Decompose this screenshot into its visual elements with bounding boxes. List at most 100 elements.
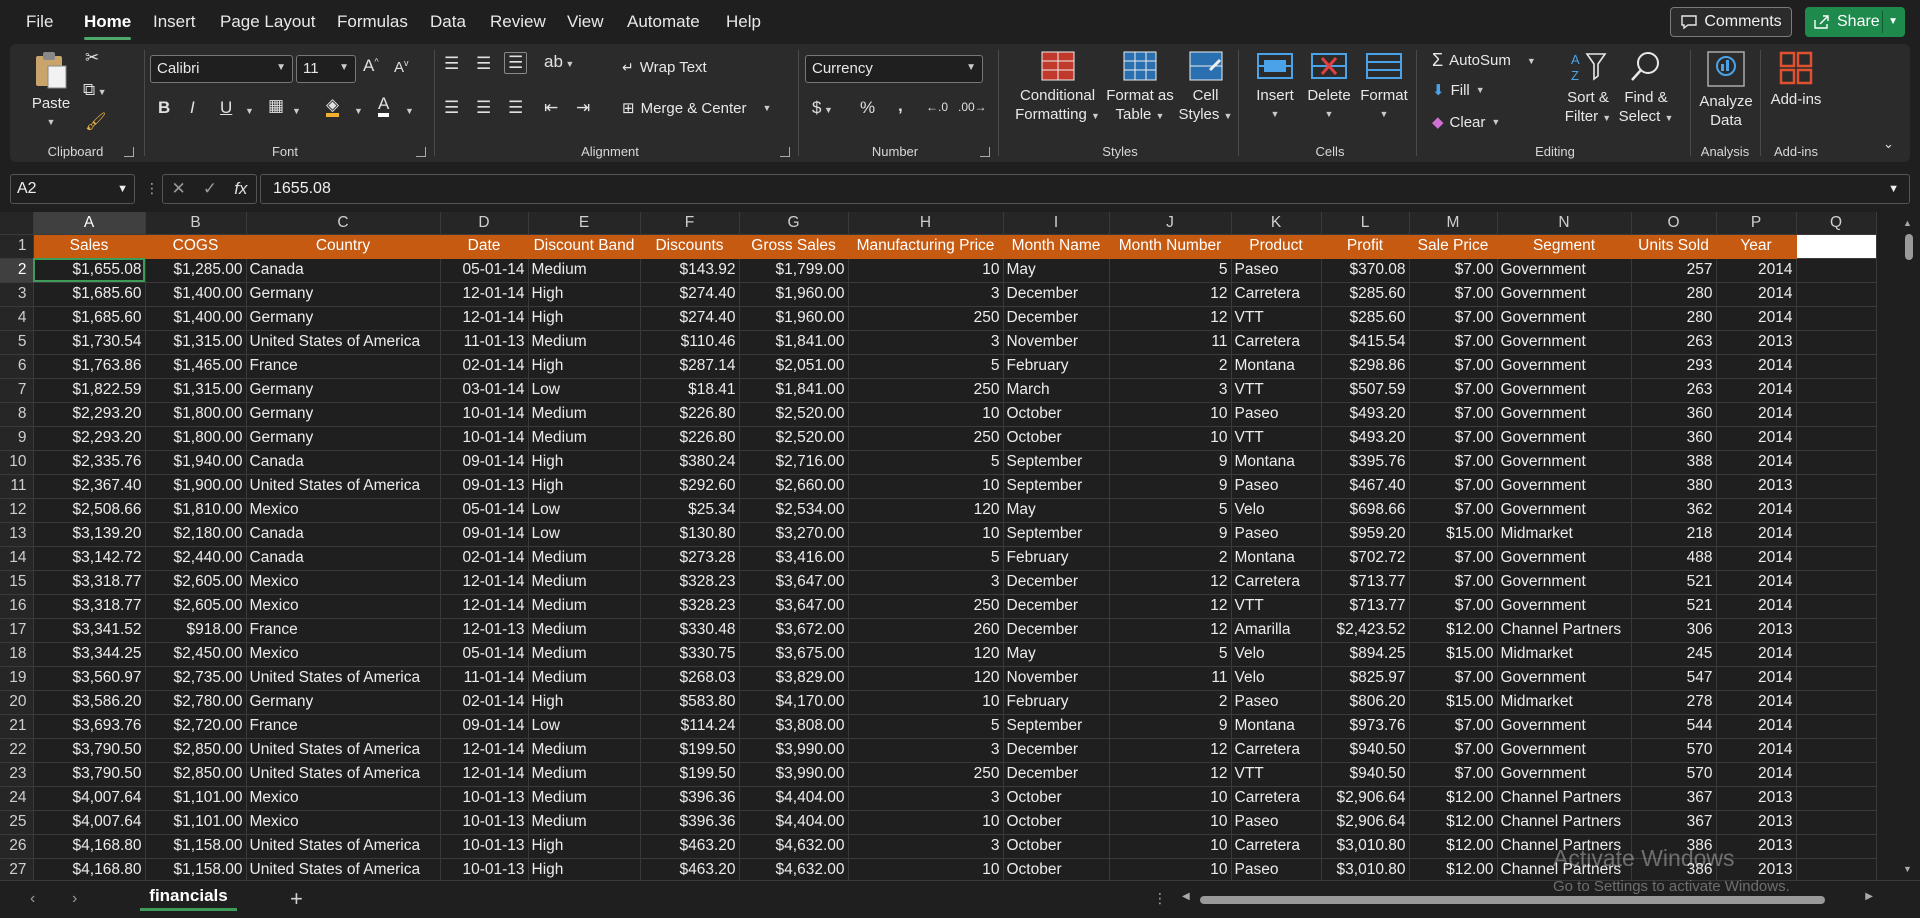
table-cell[interactable]: $1,400.00: [145, 306, 247, 331]
table-cell[interactable]: United States of America: [246, 834, 441, 859]
table-cell[interactable]: $3,270.00: [739, 522, 849, 547]
table-cell[interactable]: Canada: [246, 546, 441, 571]
table-cell[interactable]: $973.76: [1321, 714, 1410, 739]
table-cell[interactable]: $396.36: [640, 810, 740, 835]
table-cell[interactable]: $1,960.00: [739, 282, 849, 307]
table-cell[interactable]: 306: [1631, 618, 1717, 643]
table-cell[interactable]: May: [1003, 498, 1110, 523]
table-cell[interactable]: 5: [1109, 258, 1232, 283]
table-cell[interactable]: 280: [1631, 306, 1717, 331]
table-cell[interactable]: $292.60: [640, 474, 740, 499]
table-cell[interactable]: $268.03: [640, 666, 740, 691]
table-cell[interactable]: 12-01-14: [440, 594, 529, 619]
table-cell[interactable]: Montana: [1231, 450, 1322, 475]
table-cell[interactable]: $3,416.00: [739, 546, 849, 571]
table-cell[interactable]: $7.00: [1409, 738, 1498, 763]
table-cell[interactable]: 10: [1109, 402, 1232, 427]
format-painter-icon[interactable]: 🖌: [85, 112, 107, 132]
worksheet-grid[interactable]: ABCDEFGHIJKLMNOPQ 1 Sales COGS Country Date D…: [0, 212, 1920, 880]
table-cell[interactable]: $1,158.00: [145, 834, 247, 859]
column-title-cell[interactable]: Profit: [1321, 234, 1410, 259]
column-title-cell[interactable]: Product: [1231, 234, 1322, 259]
row-header[interactable]: 7: [0, 378, 34, 403]
table-cell[interactable]: October: [1003, 786, 1110, 811]
table-cell[interactable]: 2014: [1716, 354, 1797, 379]
table-cell[interactable]: Government: [1497, 306, 1632, 331]
name-box[interactable]: A2 ▼: [10, 174, 135, 204]
table-cell[interactable]: $1,810.00: [145, 498, 247, 523]
sheet-tab-financials[interactable]: financials: [140, 881, 237, 911]
table-cell[interactable]: United States of America: [246, 762, 441, 787]
table-cell[interactable]: $2,906.64: [1321, 786, 1410, 811]
table-cell[interactable]: $15.00: [1409, 642, 1498, 667]
underline-icon[interactable]: U: [220, 98, 232, 118]
table-cell[interactable]: $2,423.52: [1321, 618, 1410, 643]
table-cell[interactable]: $2,520.00: [739, 426, 849, 451]
table-cell[interactable]: $4,404.00: [739, 810, 849, 835]
empty-cell[interactable]: [1796, 474, 1877, 499]
table-cell[interactable]: $199.50: [640, 762, 740, 787]
table-cell[interactable]: 2: [1109, 690, 1232, 715]
font-color-dropdown-icon[interactable]: ▼: [405, 106, 414, 116]
table-cell[interactable]: $1,900.00: [145, 474, 247, 499]
table-cell[interactable]: $15.00: [1409, 522, 1498, 547]
active-cell[interactable]: $1,655.08: [33, 258, 146, 283]
table-cell[interactable]: Government: [1497, 594, 1632, 619]
table-cell[interactable]: October: [1003, 426, 1110, 451]
column-header[interactable]: O: [1631, 212, 1717, 235]
table-cell[interactable]: 9: [1109, 450, 1232, 475]
column-header[interactable]: C: [246, 212, 441, 235]
empty-cell[interactable]: [1796, 666, 1877, 691]
table-cell[interactable]: Carretera: [1231, 834, 1322, 859]
table-cell[interactable]: Germany: [246, 306, 441, 331]
table-cell[interactable]: Midmarket: [1497, 522, 1632, 547]
table-cell[interactable]: 2013: [1716, 786, 1797, 811]
table-cell[interactable]: Medium: [528, 402, 641, 427]
vertical-scrollbar[interactable]: ▲ ▼: [1898, 212, 1920, 880]
table-cell[interactable]: 293: [1631, 354, 1717, 379]
table-cell[interactable]: $12.00: [1409, 618, 1498, 643]
table-cell[interactable]: $3,675.00: [739, 642, 849, 667]
number-format-select[interactable]: Currency ▼: [805, 55, 983, 83]
table-cell[interactable]: $493.20: [1321, 402, 1410, 427]
table-cell[interactable]: High: [528, 858, 641, 880]
table-cell[interactable]: 5: [848, 450, 1004, 475]
format-as-table-button[interactable]: Format as Table ▼: [1100, 50, 1180, 126]
table-cell[interactable]: $7.00: [1409, 570, 1498, 595]
table-cell[interactable]: Montana: [1231, 546, 1322, 571]
table-cell[interactable]: $3,672.00: [739, 618, 849, 643]
table-cell[interactable]: 9: [1109, 474, 1232, 499]
table-cell[interactable]: October: [1003, 858, 1110, 880]
table-cell[interactable]: 544: [1631, 714, 1717, 739]
table-cell[interactable]: 380: [1631, 474, 1717, 499]
table-cell[interactable]: $2,850.00: [145, 738, 247, 763]
table-cell[interactable]: United States of America: [246, 858, 441, 880]
accounting-format-icon[interactable]: $ ▼: [812, 98, 833, 118]
table-cell[interactable]: 12: [1109, 306, 1232, 331]
copy-icon[interactable]: ⧉ ▼: [83, 80, 107, 100]
table-cell[interactable]: 2014: [1716, 498, 1797, 523]
table-cell[interactable]: $1,800.00: [145, 402, 247, 427]
table-cell[interactable]: 05-01-14: [440, 642, 529, 667]
menu-data[interactable]: Data: [430, 12, 466, 32]
table-cell[interactable]: December: [1003, 762, 1110, 787]
empty-cell[interactable]: [1796, 714, 1877, 739]
table-cell[interactable]: $3,139.20: [33, 522, 146, 547]
table-cell[interactable]: 10-01-13: [440, 786, 529, 811]
table-cell[interactable]: $1,158.00: [145, 858, 247, 880]
table-cell[interactable]: United States of America: [246, 738, 441, 763]
column-header[interactable]: G: [739, 212, 849, 235]
table-cell[interactable]: $3,010.80: [1321, 858, 1410, 880]
row-header[interactable]: 18: [0, 642, 34, 667]
column-title-cell[interactable]: Month Number: [1109, 234, 1232, 259]
table-cell[interactable]: 388: [1631, 450, 1717, 475]
table-cell[interactable]: $143.92: [640, 258, 740, 283]
table-cell[interactable]: $698.66: [1321, 498, 1410, 523]
table-cell[interactable]: December: [1003, 570, 1110, 595]
table-cell[interactable]: $2,293.20: [33, 402, 146, 427]
table-cell[interactable]: 250: [848, 378, 1004, 403]
table-cell[interactable]: $3,790.50: [33, 738, 146, 763]
table-cell[interactable]: 5: [848, 546, 1004, 571]
table-cell[interactable]: $2,520.00: [739, 402, 849, 427]
table-cell[interactable]: 12: [1109, 570, 1232, 595]
